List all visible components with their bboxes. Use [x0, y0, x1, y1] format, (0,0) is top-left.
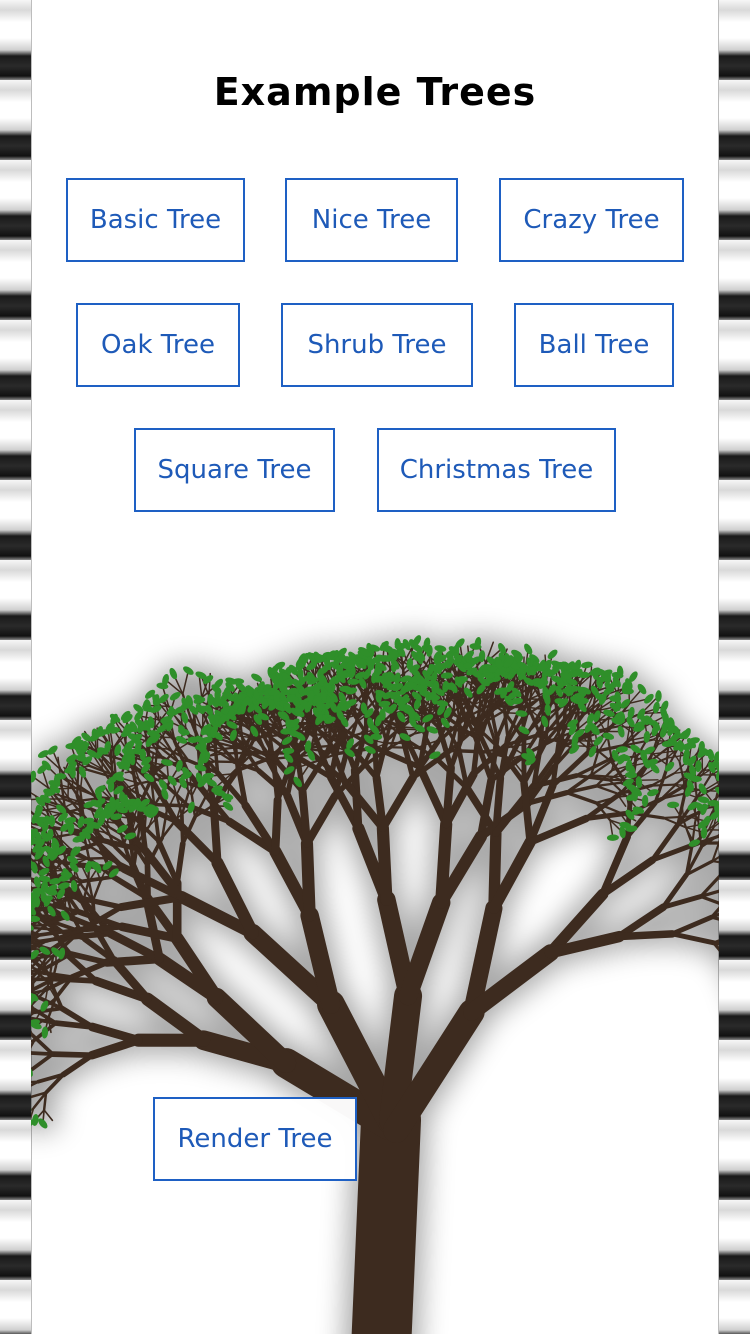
tree-branch — [420, 701, 424, 729]
nice-tree-button[interactable]: Nice Tree — [285, 178, 458, 262]
page-title: Example Trees — [213, 70, 537, 114]
crazy-tree-button[interactable]: Crazy Tree — [499, 178, 684, 262]
tree-branch — [385, 741, 412, 745]
tree-branch — [707, 829, 719, 831]
tree-branch — [223, 751, 255, 755]
tree-branch — [49, 1051, 95, 1059]
right-film-strip-border — [718, 0, 750, 1334]
basic-tree-button[interactable]: Basic Tree — [66, 178, 245, 262]
tree-branch — [298, 787, 311, 848]
tree-branch — [520, 702, 526, 742]
shrub-tree-button[interactable]: Shrub Tree — [281, 303, 473, 387]
tree-branch — [300, 837, 316, 922]
oak-tree-button[interactable]: Oak Tree — [76, 303, 240, 387]
square-tree-button[interactable]: Square Tree — [134, 428, 335, 512]
tree-branch — [376, 821, 393, 906]
tree-branch — [457, 718, 462, 751]
tree-illustration — [31, 632, 719, 1334]
christmas-tree-button[interactable]: Christmas Tree — [377, 428, 616, 512]
tree-branch — [153, 802, 191, 808]
tree-branch — [351, 1090, 421, 1334]
tree-branch — [109, 750, 114, 779]
tree-branch — [31, 1080, 40, 1084]
left-film-strip-border — [0, 0, 32, 1334]
tree-branch — [615, 930, 677, 941]
tree-branch — [271, 796, 282, 856]
ball-tree-button[interactable]: Ball Tree — [514, 303, 674, 387]
